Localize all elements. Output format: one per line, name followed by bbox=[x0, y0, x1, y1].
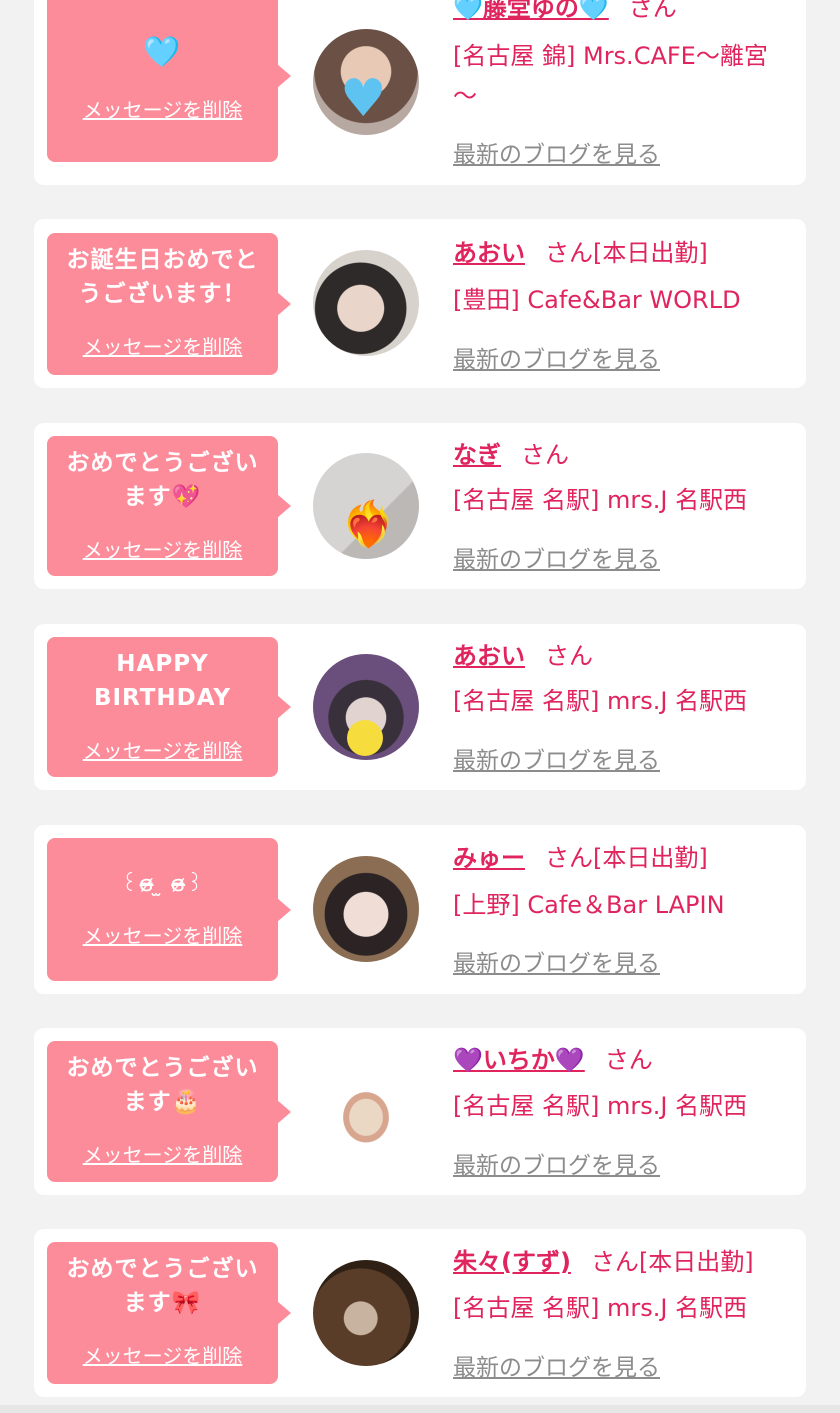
message-card: お誕生日おめでとうございます！ メッセージを削除 あおい さん[本日出勤] [豊田… bbox=[34, 219, 806, 388]
honorific: さん bbox=[590, 1248, 639, 1276]
message-bubble: おめでとうございます🎀 メッセージを削除 bbox=[47, 1242, 291, 1384]
latest-blog-link[interactable]: 最新のブログを見る bbox=[453, 340, 660, 374]
attendance-badge: [本日出勤] bbox=[638, 1248, 754, 1276]
message-card: おめでとうございます🎀 メッセージを削除 朱々(すず) さん[本日出勤] [名古屋… bbox=[34, 1229, 806, 1397]
shop-name: [名古屋 錦] Mrs.CAFE～離宮～ bbox=[453, 42, 768, 110]
cast-name-link[interactable]: あおい bbox=[453, 642, 525, 670]
honorific: さん bbox=[628, 0, 677, 22]
honorific: さん bbox=[521, 441, 569, 469]
delete-message-link[interactable]: メッセージを削除 bbox=[47, 331, 278, 360]
avatar[interactable] bbox=[313, 1260, 419, 1366]
cast-name-link[interactable]: 朱々(すず) bbox=[453, 1248, 571, 1276]
message-card: ꒰ɞ̴̶̷ ̫ ɞ̴̶̷꒱ メッセージを削除 みゅー さん[本日出勤] [上野] … bbox=[34, 825, 806, 994]
fire-heart-sticker-icon: ❤️‍🔥 bbox=[341, 499, 396, 550]
message-bubble: おめでとうございます💖 メッセージを削除 bbox=[47, 436, 291, 576]
message-card: おめでとうございます💖 メッセージを削除 ❤️‍🔥 なぎ さん [名古屋 名駅] … bbox=[34, 423, 806, 589]
name-row: 🩵藤堂ゆの🩵 さん bbox=[453, 0, 792, 26]
latest-blog-link[interactable]: 最新のブログを見る bbox=[453, 1348, 660, 1382]
shop-name: [上野] Cafe＆Bar LAPIN bbox=[453, 891, 725, 919]
name-row: あおい さん bbox=[453, 638, 792, 674]
delete-message-link[interactable]: メッセージを削除 bbox=[47, 534, 278, 563]
avatar[interactable]: ❤️‍🔥 bbox=[313, 453, 419, 559]
cast-name-link[interactable]: なぎ bbox=[453, 441, 501, 469]
shop-name: [名古屋 名駅] mrs.J 名駅西 bbox=[453, 1294, 748, 1322]
avatar[interactable] bbox=[313, 250, 419, 356]
delete-message-link[interactable]: メッセージを削除 bbox=[47, 1340, 278, 1369]
latest-blog-link[interactable]: 最新のブログを見る bbox=[453, 540, 660, 574]
name-row: なぎ さん bbox=[453, 437, 792, 473]
honorific: さん bbox=[604, 1046, 653, 1074]
yellow-sticker-icon bbox=[347, 720, 383, 756]
avatar[interactable]: ♥ bbox=[313, 29, 419, 135]
attendance-badge: [本日出勤] bbox=[593, 239, 708, 267]
avatar[interactable] bbox=[313, 856, 419, 962]
message-card: おめでとうございます🎂 メッセージを削除 💜いちか💜 さん [名古屋 名駅] mr… bbox=[34, 1028, 806, 1195]
delete-message-link[interactable]: メッセージを削除 bbox=[47, 94, 278, 123]
cast-name-link[interactable]: あおい bbox=[453, 239, 525, 267]
name-row: みゅー さん[本日出勤] bbox=[453, 840, 792, 876]
attendance-badge: [本日出勤] bbox=[593, 844, 708, 872]
heart-sticker-icon: ♥ bbox=[340, 69, 387, 129]
message-text: HAPPY BIRTHDAY bbox=[93, 651, 232, 711]
message-card: 🩵 メッセージを削除 ♥ 🩵藤堂ゆの🩵 さん [名古屋 錦] Mrs.CAFE～離… bbox=[34, 0, 806, 185]
delete-message-link[interactable]: メッセージを削除 bbox=[47, 1139, 278, 1168]
latest-blog-link[interactable]: 最新のブログを見る bbox=[453, 135, 660, 169]
delete-message-link[interactable]: メッセージを削除 bbox=[47, 735, 278, 764]
message-text: お誕生日おめでとうございます！ bbox=[66, 247, 259, 307]
message-text: ꒰ɞ̴̶̷ ̫ ɞ̴̶̷꒱ bbox=[120, 872, 205, 897]
honorific: さん bbox=[545, 239, 593, 267]
message-card: HAPPY BIRTHDAY メッセージを削除 あおい さん [名古屋 名駅] m… bbox=[34, 624, 806, 790]
message-text: 🩵 bbox=[143, 35, 182, 70]
message-bubble: おめでとうございます🎂 メッセージを削除 bbox=[47, 1041, 291, 1182]
cast-name-link[interactable]: 💜いちか💜 bbox=[453, 1046, 585, 1074]
delete-message-link[interactable]: メッセージを削除 bbox=[47, 920, 278, 949]
latest-blog-link[interactable]: 最新のブログを見る bbox=[453, 944, 660, 978]
avatar[interactable] bbox=[313, 654, 419, 760]
cast-name-link[interactable]: 🩵藤堂ゆの🩵 bbox=[453, 0, 609, 22]
latest-blog-link[interactable]: 最新のブログを見る bbox=[453, 741, 660, 775]
message-text: おめでとうございます💖 bbox=[66, 450, 259, 510]
message-text: おめでとうございます🎂 bbox=[66, 1055, 259, 1115]
name-row: あおい さん[本日出勤] bbox=[453, 235, 792, 271]
honorific: さん bbox=[545, 642, 593, 670]
shop-name: [名古屋 名駅] mrs.J 名駅西 bbox=[453, 1092, 748, 1120]
page-bottom-divider bbox=[0, 1405, 840, 1413]
honorific: さん bbox=[545, 844, 593, 872]
cast-name-link[interactable]: みゅー bbox=[453, 844, 525, 872]
latest-blog-link[interactable]: 最新のブログを見る bbox=[453, 1146, 660, 1180]
avatar[interactable] bbox=[313, 1059, 419, 1165]
message-text: おめでとうございます🎀 bbox=[66, 1256, 259, 1316]
shop-name: [名古屋 名駅] mrs.J 名駅西 bbox=[453, 687, 748, 715]
name-row: 💜いちか💜 さん bbox=[453, 1042, 792, 1078]
shop-name: [豊田] Cafe&Bar WORLD bbox=[453, 286, 741, 314]
shop-name: [名古屋 名駅] mrs.J 名駅西 bbox=[453, 486, 748, 514]
message-bubble: HAPPY BIRTHDAY メッセージを削除 bbox=[47, 637, 291, 777]
message-bubble: お誕生日おめでとうございます！ メッセージを削除 bbox=[47, 233, 291, 375]
message-bubble: ꒰ɞ̴̶̷ ̫ ɞ̴̶̷꒱ メッセージを削除 bbox=[47, 838, 291, 981]
name-row: 朱々(すず) さん[本日出勤] bbox=[453, 1244, 792, 1280]
message-bubble: 🩵 メッセージを削除 bbox=[47, 0, 291, 162]
